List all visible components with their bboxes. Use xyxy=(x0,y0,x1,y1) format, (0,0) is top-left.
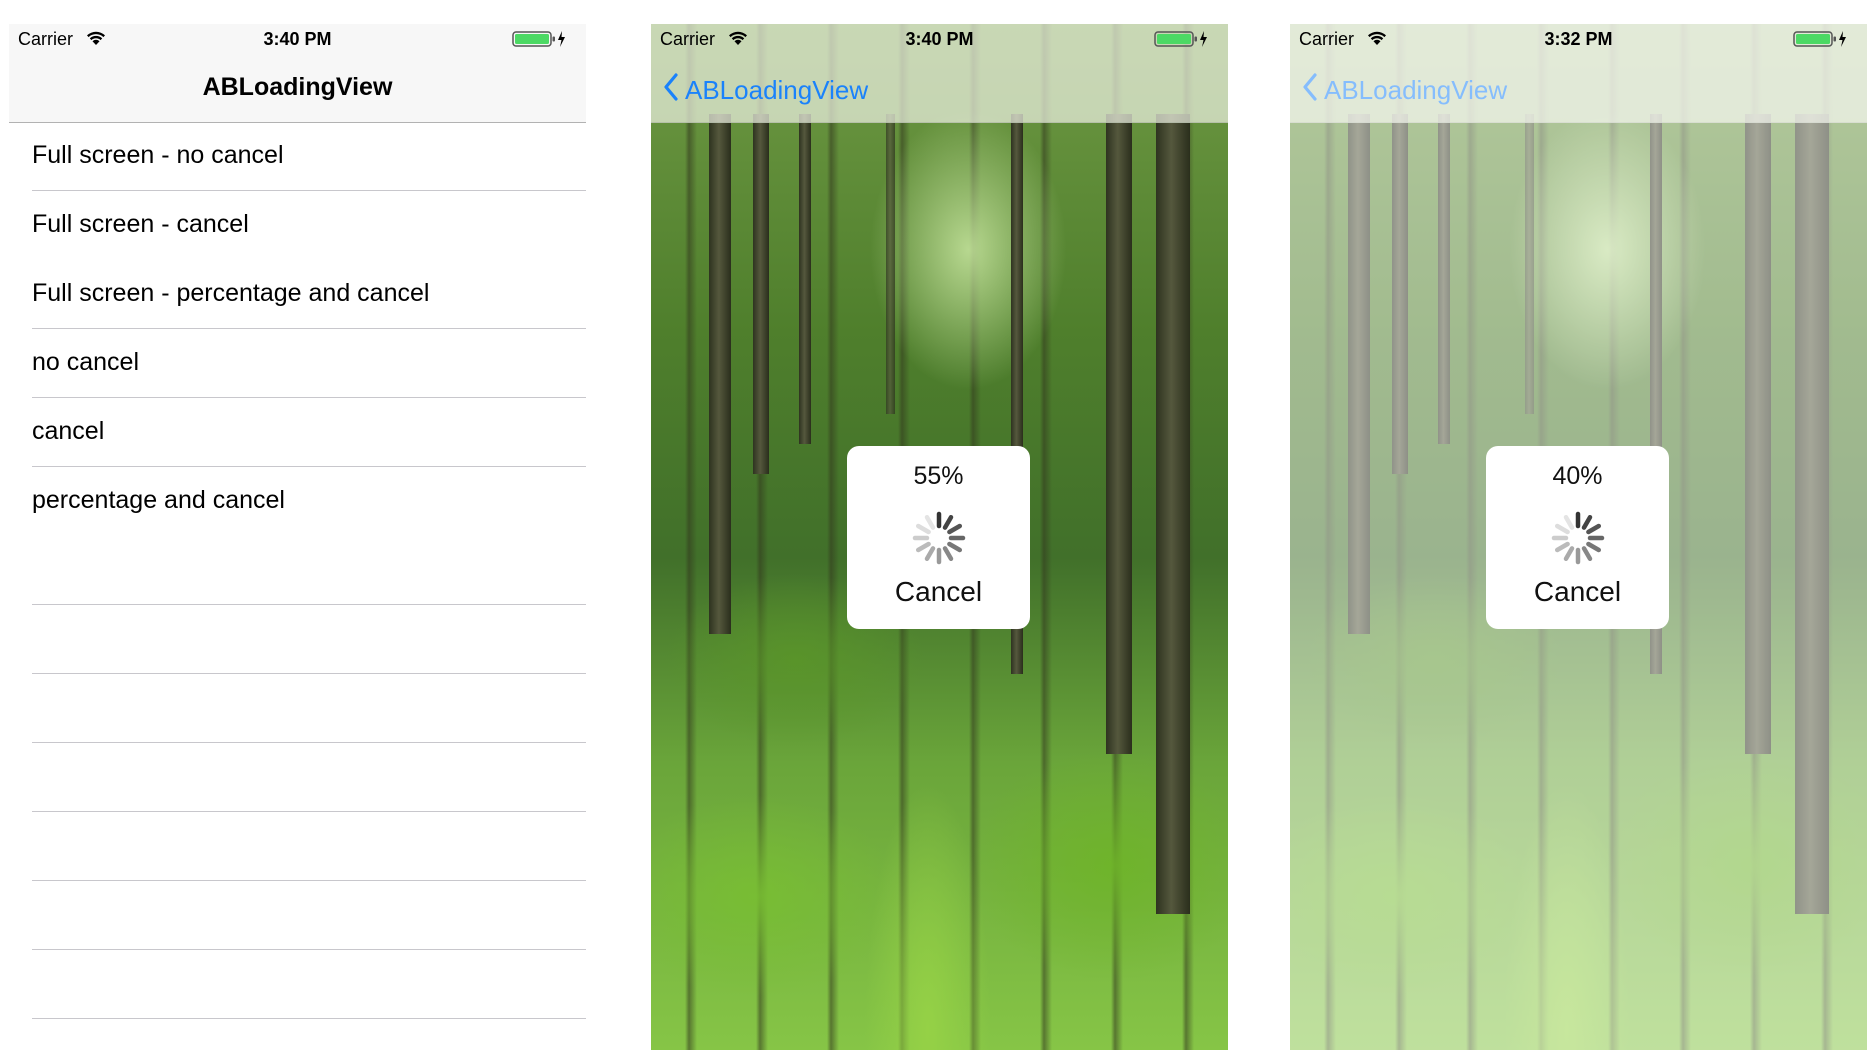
battery-charging-icon xyxy=(512,30,568,53)
cancel-button[interactable]: Cancel xyxy=(1486,576,1669,608)
row-label: percentage and cancel xyxy=(32,486,285,514)
progress-percent: 55% xyxy=(913,462,964,490)
progress-percent: 40% xyxy=(1552,462,1603,490)
status-bar: Carrier 3:40 PM xyxy=(651,24,1228,64)
nav-title: ABLoadingView xyxy=(202,73,393,101)
loading-popup: 40% Cancel xyxy=(1486,446,1669,629)
status-bar: Carrier 3:40 PM xyxy=(9,24,586,64)
activity-indicator-icon xyxy=(1548,508,1608,573)
row-cancel[interactable]: cancel xyxy=(9,398,586,467)
status-time: 3:40 PM xyxy=(905,29,974,49)
back-label: ABLoadingView xyxy=(685,74,869,105)
row-separator xyxy=(32,1018,586,1019)
chevron-left-icon xyxy=(663,72,679,108)
empty-row xyxy=(9,812,586,881)
status-bar: Carrier 3:32 PM xyxy=(1290,24,1867,64)
battery-charging-icon xyxy=(1154,30,1210,53)
row-label: Full screen - no cancel xyxy=(32,141,284,169)
row-label: cancel xyxy=(32,417,105,445)
loading-popup: 55% Cancel xyxy=(847,446,1030,629)
menu-screen: ABLoadingView Carrier 3:40 PM Full scree… xyxy=(9,24,586,1050)
empty-row xyxy=(9,950,586,1019)
row-no-cancel[interactable]: no cancel xyxy=(9,329,586,398)
options-table: Full screen - no cancel Full screen - ca… xyxy=(9,122,586,1019)
status-time: 3:32 PM xyxy=(1544,29,1613,49)
cancel-button[interactable]: Cancel xyxy=(847,576,1030,608)
empty-row xyxy=(9,881,586,950)
empty-row xyxy=(9,743,586,812)
row-percentage-cancel[interactable]: percentage and cancel xyxy=(9,467,586,536)
row-label: Full screen - percentage and cancel xyxy=(32,279,430,307)
battery-charging-icon xyxy=(1793,30,1849,53)
back-button[interactable]: ABLoadingView xyxy=(663,70,868,110)
status-time: 3:40 PM xyxy=(263,29,332,49)
row-label: Full screen - cancel xyxy=(32,210,249,238)
row-label: no cancel xyxy=(32,348,140,376)
loading-screen-overlay: ABLoadingView Carrier 3:32 PM 40% Cancel xyxy=(1290,24,1867,1050)
row-full-screen-no-cancel[interactable]: Full screen - no cancel xyxy=(9,122,586,191)
empty-row xyxy=(9,674,586,743)
activity-indicator-icon xyxy=(909,508,969,573)
loading-screen-fullscreen: ABLoadingView Carrier 3:40 PM 55% Cancel xyxy=(651,24,1228,1050)
row-full-screen-cancel[interactable]: Full screen - cancel xyxy=(9,191,586,260)
empty-row xyxy=(9,605,586,674)
empty-row xyxy=(9,536,586,605)
row-full-screen-percentage-cancel[interactable]: Full screen - percentage and cancel xyxy=(9,260,586,329)
